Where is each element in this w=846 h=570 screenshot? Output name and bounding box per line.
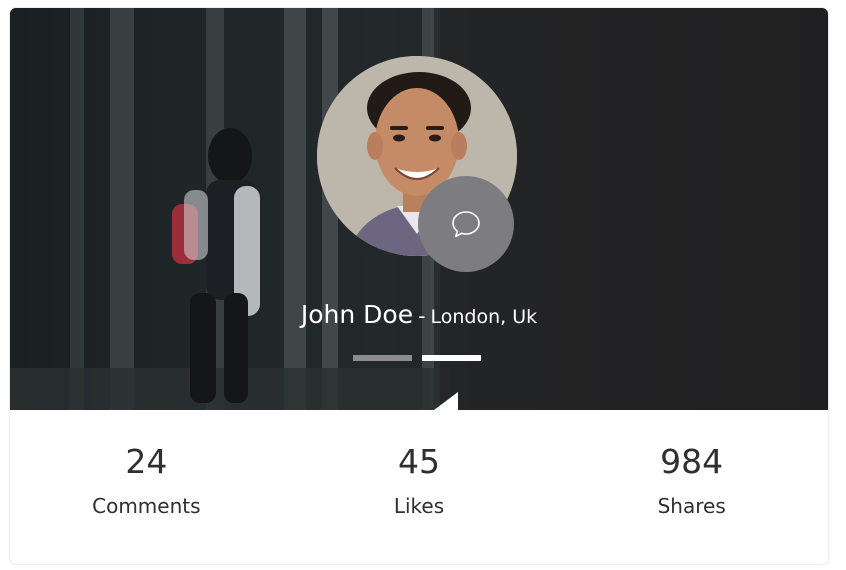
profile-card: John Doe - London, Uk 24 Comments 45 Lik…	[10, 8, 828, 564]
carousel-indicator-2[interactable]	[422, 355, 481, 361]
profile-location: London, Uk	[430, 306, 538, 328]
stat-value: 984	[660, 442, 724, 481]
carousel-indicator-1[interactable]	[353, 355, 412, 361]
name-location-separator: -	[418, 304, 426, 328]
chat-bubble-icon	[452, 211, 480, 238]
stat-comments: 24 Comments	[10, 410, 283, 564]
stat-label: Likes	[393, 494, 445, 518]
stat-likes: 45 Likes	[283, 410, 556, 564]
stat-shares: 984 Shares	[555, 410, 828, 564]
cover-photo: John Doe - London, Uk	[10, 8, 828, 410]
chat-button[interactable]	[418, 176, 514, 272]
stat-value: 45	[398, 442, 440, 481]
profile-name: John Doe	[300, 300, 414, 329]
carousel-indicators	[353, 355, 481, 361]
stat-label: Shares	[657, 494, 726, 518]
stat-value: 24	[125, 442, 168, 481]
stats-bar: 24 Comments 45 Likes 984 Shares	[10, 410, 828, 564]
profile-heading: John Doe - London, Uk	[10, 300, 828, 329]
stat-label: Comments	[92, 494, 201, 518]
